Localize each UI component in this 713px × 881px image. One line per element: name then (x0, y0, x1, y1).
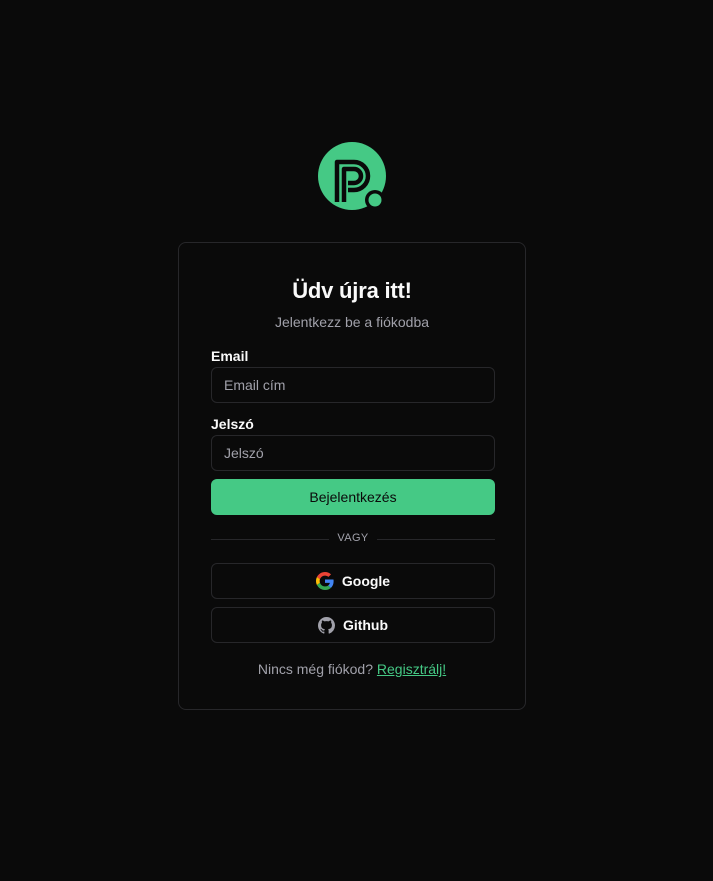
page-subtitle: Jelentkezz be a fiókodba (274, 314, 430, 330)
password-label: Jelszó (211, 416, 254, 432)
email-field[interactable] (211, 367, 495, 403)
signup-prompt: Nincs még fiókod? Regisztrálj! (179, 661, 525, 677)
login-button[interactable]: Bejelentkezés (211, 479, 495, 515)
login-page: Üdv újra itt! Jelentkezz be a fiókodba E… (0, 0, 713, 881)
or-divider: VAGY (211, 531, 495, 547)
signup-prompt-text: Nincs még fiókod? (257, 661, 374, 677)
google-login-button[interactable]: Google (211, 563, 495, 599)
divider-line-right (377, 539, 495, 540)
github-login-button[interactable]: Github (211, 607, 495, 643)
google-icon (315, 572, 334, 590)
password-field[interactable] (211, 435, 495, 471)
email-label: Email (211, 348, 249, 364)
page-title: Üdv újra itt! (292, 278, 412, 303)
p-logo-icon (318, 142, 386, 210)
google-label: Google (341, 573, 391, 589)
github-label: Github (342, 617, 389, 633)
divider-text: VAGY (337, 532, 369, 544)
github-icon (317, 616, 335, 634)
login-card: Üdv újra itt! Jelentkezz be a fiókodba E… (178, 242, 526, 710)
register-link[interactable]: Regisztrálj! (377, 661, 446, 677)
